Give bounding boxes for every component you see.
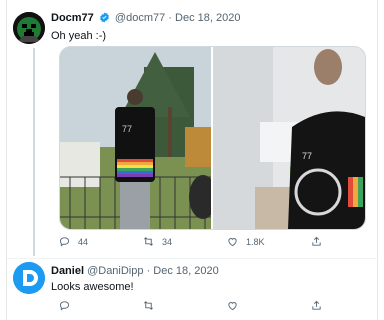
photo-selfie: 77 — [213, 47, 365, 229]
retweet-button[interactable]: 34 — [143, 236, 227, 247]
tweet-docm77[interactable]: Docm77 @docm77 · Dec 18, 2020 Oh yeah :-… — [7, 0, 379, 258]
display-name[interactable]: Docm77 — [51, 12, 94, 24]
tweet-danidipp[interactable]: Daniel @DaniDipp · Dec 18, 2020 Looks aw… — [7, 258, 379, 320]
tweet-media[interactable]: 77 77 — [59, 46, 366, 230]
avatar-danidipp[interactable] — [13, 262, 45, 294]
tweet-text: Oh yeah :-) — [51, 30, 107, 42]
photo-garden: 77 — [60, 47, 217, 229]
tweet2-header: Daniel @DaniDipp · Dec 18, 2020 — [51, 264, 219, 278]
thread-line — [33, 48, 35, 256]
svg-text:77: 77 — [122, 124, 132, 134]
timestamp[interactable]: Dec 18, 2020 — [175, 12, 240, 24]
tweet1-actions: 44 34 1.8K — [59, 236, 384, 247]
like-count: 1.8K — [246, 236, 265, 247]
svg-text:77: 77 — [302, 151, 312, 161]
retweet-button[interactable] — [143, 300, 227, 311]
like-button[interactable] — [227, 300, 311, 311]
tweet2-actions — [59, 300, 384, 311]
handle[interactable]: @DaniDipp — [87, 265, 143, 277]
timestamp[interactable]: Dec 18, 2020 — [153, 265, 218, 277]
share-button[interactable] — [311, 236, 384, 247]
timeline-frame: Docm77 @docm77 · Dec 18, 2020 Oh yeah :-… — [6, 0, 379, 320]
like-button[interactable]: 1.8K — [227, 236, 311, 247]
creeper-avatar-icon — [13, 12, 45, 44]
avatar-docm77[interactable] — [13, 12, 45, 44]
tweet-text: Looks awesome! — [51, 281, 134, 293]
dani-logo-icon — [13, 262, 45, 294]
handle[interactable]: @docm77 — [115, 12, 165, 24]
like-icon — [228, 302, 237, 311]
reply-icon — [59, 237, 70, 247]
media-photos: 77 77 — [60, 47, 365, 229]
reply-button[interactable]: 44 — [59, 236, 143, 247]
tweet1-header: Docm77 @docm77 · Dec 18, 2020 — [51, 11, 240, 27]
reply-count: 44 — [78, 236, 89, 247]
reply-icon — [59, 301, 70, 311]
display-name[interactable]: Daniel — [51, 265, 84, 277]
retweet-icon — [144, 237, 153, 246]
share-icon — [312, 236, 321, 246]
like-icon — [228, 238, 237, 247]
retweet-count: 34 — [162, 236, 173, 247]
share-button[interactable] — [311, 300, 384, 311]
retweet-icon — [144, 301, 153, 310]
verified-badge-icon — [99, 12, 110, 27]
reply-button[interactable] — [59, 300, 143, 311]
share-icon — [312, 300, 321, 310]
